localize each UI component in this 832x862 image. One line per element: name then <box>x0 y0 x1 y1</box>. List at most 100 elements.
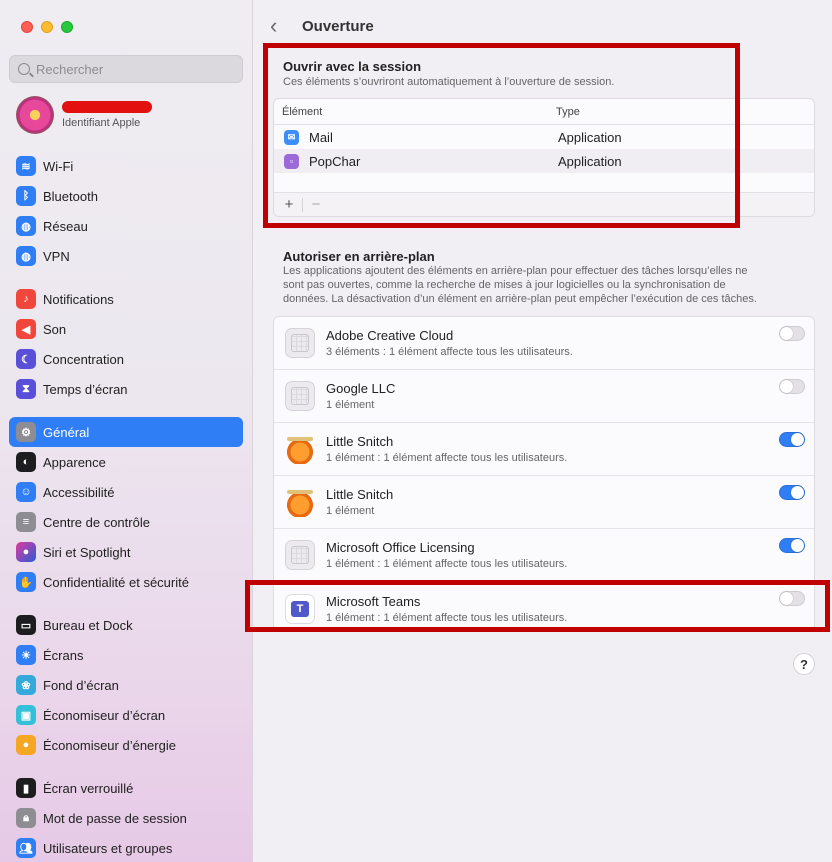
sidebar-item-label: Utilisateurs et groupes <box>43 840 173 856</box>
sidebar-item-general[interactable]: ⚙ Général <box>9 417 243 447</box>
item-detail: 1 élément : 1 élément affecte tous les u… <box>326 452 568 464</box>
sidebar-item-label: VPN <box>43 248 70 264</box>
sidebar-item-screen-time[interactable]: ⧗ Temps d’écran <box>9 374 243 404</box>
hand-icon: ✋ <box>16 572 36 592</box>
sidebar-item-notifications[interactable]: ♪ Notifications <box>9 284 243 314</box>
little-snitch-icon <box>285 434 315 464</box>
sidebar-group-desktop: ▭ Bureau et Dock ☀ Écrans ❀ Fond d’écran… <box>9 610 243 760</box>
bluetooth-icon: ᛒ <box>16 186 36 206</box>
appearance-icon: ◐ <box>16 452 36 472</box>
item-detail: 1 élément <box>326 399 375 411</box>
sidebar-item-accessibility[interactable]: ☺ Accessibilité <box>9 477 243 507</box>
dock-icon: ▭ <box>16 615 36 635</box>
list-item: Adobe Creative Cloud 3 éléments : 1 élém… <box>274 317 814 370</box>
item-name: Little Snitch <box>326 434 394 449</box>
page-title: Ouverture <box>302 17 374 35</box>
siri-icon: ● <box>16 542 36 562</box>
sidebar-item-focus[interactable]: ☾ Concentration <box>9 344 243 374</box>
sidebar-group-security: ▮ Écran verrouillé 🔒︎ Mot de passe de se… <box>9 773 243 862</box>
moon-icon: ☾ <box>16 349 36 369</box>
list-item: Google LLC 1 élément <box>274 370 814 423</box>
list-item: Little Snitch 1 élément <box>274 476 814 529</box>
close-window-button[interactable] <box>21 21 33 33</box>
search-input[interactable] <box>36 61 226 77</box>
item-detail: 1 élément : 1 élément affecte tous les u… <box>326 558 568 570</box>
display-icon: ☀ <box>16 645 36 665</box>
password-icon: 🔒︎ <box>16 808 36 828</box>
window-controls <box>21 21 73 33</box>
list-item: Microsoft Office Licensing 1 élément : 1… <box>274 529 814 582</box>
hourglass-icon: ⧗ <box>16 379 36 399</box>
sidebar-item-displays[interactable]: ☀ Écrans <box>9 640 243 670</box>
sidebar-item-wallpaper[interactable]: ❀ Fond d’écran <box>9 670 243 700</box>
sidebar-item-control-center[interactable]: ≡ Centre de contrôle <box>9 507 243 537</box>
globe-icon: ◍ <box>16 216 36 236</box>
generic-app-icon <box>285 328 315 358</box>
sidebar-item-label: Mot de passe de session <box>43 810 187 826</box>
screensaver-icon: ▣ <box>16 705 36 725</box>
toggle-switch[interactable] <box>779 379 805 394</box>
energy-icon: ● <box>16 735 36 755</box>
sidebar-item-label: Bureau et Dock <box>43 617 133 633</box>
sidebar-item-sound[interactable]: ◀ Son <box>9 314 243 344</box>
generic-app-icon <box>285 540 315 570</box>
back-button[interactable]: ‹ <box>270 14 288 38</box>
sidebar-item-privacy[interactable]: ✋ Confidentialité et sécurité <box>9 567 243 597</box>
sidebar-item-users-groups[interactable]: 👥︎ Utilisateurs et groupes <box>9 833 243 862</box>
sidebar-item-label: Réseau <box>43 218 88 234</box>
sidebar-item-label: Écran verrouillé <box>43 780 134 796</box>
zoom-window-button[interactable] <box>61 21 73 33</box>
sidebar-item-label: Son <box>43 321 67 337</box>
accessibility-icon: ☺ <box>16 482 36 502</box>
wifi-icon: ≋ <box>16 156 36 176</box>
sidebar-item-label: Siri et Spotlight <box>43 544 131 560</box>
minimize-window-button[interactable] <box>41 21 53 33</box>
sidebar-group-general: ⚙ Général ◐ Apparence ☺ Accessibilité ≡ … <box>9 417 243 597</box>
sidebar-item-label: Général <box>43 424 90 440</box>
toggle-switch[interactable] <box>779 432 805 447</box>
toggle-switch[interactable] <box>779 485 805 500</box>
little-snitch-icon <box>285 487 315 517</box>
sidebar-item-label: Bluetooth <box>43 188 98 204</box>
sidebar-group-network: ≋ Wi-Fi ᛒ Bluetooth ◍ Réseau ◍ VPN <box>9 151 243 271</box>
lock-icon: ▮ <box>16 778 36 798</box>
gear-icon: ⚙ <box>16 422 36 442</box>
item-name: Adobe Creative Cloud <box>326 328 454 343</box>
sidebar-item-network[interactable]: ◍ Réseau <box>9 211 243 241</box>
search-icon <box>18 63 30 75</box>
toolbar: ‹ Ouverture <box>270 14 374 38</box>
sidebar-item-desktop-dock[interactable]: ▭ Bureau et Dock <box>9 610 243 640</box>
help-button[interactable]: ? <box>793 653 815 675</box>
sidebar-item-wifi[interactable]: ≋ Wi-Fi <box>9 151 243 181</box>
sidebar-item-appearance[interactable]: ◐ Apparence <box>9 447 243 477</box>
sidebar-item-screensaver[interactable]: ▣ Économiseur d’écran <box>9 700 243 730</box>
apple-id-account[interactable]: Identifiant Apple <box>16 96 152 134</box>
redacted-account-name <box>62 101 152 113</box>
sidebar-item-bluetooth[interactable]: ᛒ Bluetooth <box>9 181 243 211</box>
sidebar-item-energy[interactable]: ● Économiseur d’énergie <box>9 730 243 760</box>
control-center-icon: ≡ <box>16 512 36 532</box>
item-detail: 3 éléments : 1 élément affecte tous les … <box>326 346 573 358</box>
sidebar-item-label: Apparence <box>43 454 106 470</box>
sidebar-item-lock-screen[interactable]: ▮ Écran verrouillé <box>9 773 243 803</box>
toggle-switch[interactable] <box>779 538 805 553</box>
wallpaper-icon: ❀ <box>16 675 36 695</box>
annotation-highlight-session <box>263 43 740 228</box>
background-section-desc-line1: Les applications ajoutent des éléments e… <box>283 265 748 277</box>
sidebar-item-siri[interactable]: ● Siri et Spotlight <box>9 537 243 567</box>
background-section-title: Autoriser en arrière-plan <box>283 249 435 264</box>
sidebar-item-login-password[interactable]: 🔒︎ Mot de passe de session <box>9 803 243 833</box>
sidebar-item-label: Fond d’écran <box>43 677 119 693</box>
sidebar: Identifiant Apple ≋ Wi-Fi ᛒ Bluetooth ◍ … <box>0 0 253 862</box>
sidebar-item-vpn[interactable]: ◍ VPN <box>9 241 243 271</box>
list-item: Little Snitch 1 élément : 1 élément affe… <box>274 423 814 476</box>
annotation-highlight-teams <box>245 580 830 632</box>
sidebar-item-label: Écrans <box>43 647 84 663</box>
item-name: Google LLC <box>326 381 396 396</box>
search-field[interactable] <box>9 55 243 83</box>
item-name: Little Snitch <box>326 487 394 502</box>
toggle-switch[interactable] <box>779 326 805 341</box>
sidebar-item-label: Wi-Fi <box>43 158 74 174</box>
generic-app-icon <box>285 381 315 411</box>
item-name: Microsoft Office Licensing <box>326 540 475 555</box>
